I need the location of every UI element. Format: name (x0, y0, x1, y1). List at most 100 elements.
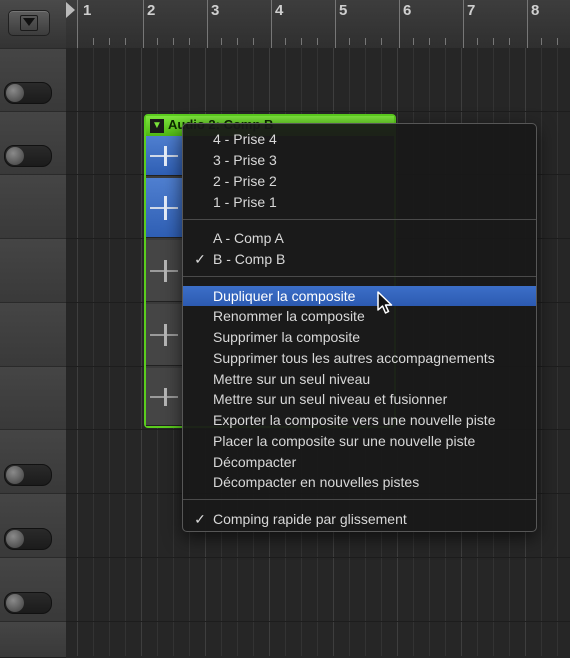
bar-line (399, 0, 400, 48)
ruler-tick (445, 38, 446, 45)
bar-line (77, 0, 78, 48)
take-lane-header (0, 366, 66, 431)
menu-item-take[interactable]: 3 - Prise 3 (183, 150, 536, 170)
menu-item-label: Supprimer la composite (213, 329, 361, 345)
menu-separator (183, 219, 536, 220)
track-toggle[interactable] (4, 82, 52, 104)
track-toggle[interactable] (4, 592, 52, 614)
track-header[interactable] (0, 557, 66, 623)
lane-divider (66, 621, 570, 622)
take-lane-header (0, 238, 66, 304)
ruler-tick (557, 38, 558, 45)
menu-item-label: Comping rapide par glissement (213, 511, 407, 527)
track-header[interactable] (0, 493, 66, 559)
playhead-icon[interactable] (66, 2, 75, 18)
menu-item-label: Mettre sur un seul niveau (213, 371, 371, 387)
ruler-tick (125, 38, 126, 45)
menu-item-delete-other-comps[interactable]: Supprimer tous les autres accompagnement… (183, 348, 536, 368)
menu-item-rename-comp[interactable]: Renommer la composite (183, 306, 536, 326)
ruler-tick (509, 38, 510, 45)
bar-number: 7 (467, 2, 476, 19)
take-lane[interactable] (146, 136, 182, 176)
take-lane-header (0, 174, 66, 240)
grid-line (93, 48, 94, 656)
waveform-peak (164, 324, 167, 346)
bar-number: 1 (83, 2, 92, 19)
ruler-tick (157, 38, 158, 45)
menu-separator (183, 276, 536, 277)
menu-item-comp[interactable]: ✓ B - Comp B (183, 249, 536, 269)
bar-number: 8 (531, 2, 540, 19)
menu-item-unpack[interactable]: Décompacter (183, 452, 536, 472)
menu-item-label: 2 - Prise 2 (213, 173, 277, 189)
bar-line (143, 0, 144, 48)
grid-line (541, 48, 542, 656)
comp-context-menu: 4 - Prise 4 3 - Prise 3 2 - Prise 2 1 - … (182, 123, 537, 532)
menu-item-label: 3 - Prise 3 (213, 152, 277, 168)
grid-line (77, 48, 78, 656)
menu-item-label: Placer la composite sur une nouvelle pis… (213, 433, 476, 449)
menu-item-move-comp[interactable]: Placer la composite sur une nouvelle pis… (183, 431, 536, 451)
track-header[interactable] (0, 429, 66, 495)
waveform-peak (164, 196, 167, 220)
take-lane[interactable] (146, 368, 182, 426)
track-toggle[interactable] (4, 145, 52, 167)
toggle-knob (6, 466, 24, 484)
menu-item-quick-swipe[interactable]: ✓ Comping rapide par glissement (183, 509, 536, 529)
ruler-tick (365, 38, 366, 45)
ruler-tick (349, 38, 350, 45)
track-header[interactable] (0, 111, 66, 176)
menu-item-take[interactable]: 4 - Prise 4 (183, 129, 536, 149)
take-lane[interactable] (146, 240, 182, 302)
menu-item-duplicate-comp[interactable]: Dupliquer la composite (183, 286, 536, 306)
menu-item-flatten-merge[interactable]: Mettre sur un seul niveau et fusionner (183, 389, 536, 409)
bar-line (271, 0, 272, 48)
menu-item-label: Supprimer tous les autres accompagnement… (213, 350, 495, 366)
mouse-pointer-icon (377, 291, 393, 314)
take-lane[interactable] (146, 304, 182, 366)
track-header-toolbar (0, 0, 66, 49)
bar-number: 2 (147, 2, 156, 19)
ruler-tick (413, 38, 414, 45)
track-header (0, 621, 66, 658)
ruler-tick (189, 38, 190, 45)
dropdown-arrow-icon (23, 18, 35, 26)
ruler-tick (237, 38, 238, 45)
bar-number: 6 (403, 2, 412, 19)
track-options-button[interactable] (8, 10, 50, 36)
menu-item-export-comp[interactable]: Exporter la composite vers une nouvelle … (183, 410, 536, 430)
menu-item-label: Exporter la composite vers une nouvelle … (213, 412, 496, 428)
menu-item-label: A - Comp A (213, 230, 284, 246)
track-header[interactable] (0, 48, 66, 113)
bar-number: 3 (211, 2, 220, 19)
menu-separator (183, 499, 536, 500)
menu-item-take[interactable]: 1 - Prise 1 (183, 192, 536, 212)
take-lane[interactable] (146, 178, 182, 238)
menu-item-flatten[interactable]: Mettre sur un seul niveau (183, 369, 536, 389)
ruler-tick (285, 38, 286, 45)
checkmark-icon: ✓ (194, 251, 206, 267)
toggle-knob (6, 84, 24, 102)
ruler-tick (381, 38, 382, 45)
lane-divider (66, 557, 570, 558)
ruler-tick (221, 38, 222, 45)
menu-item-label: 1 - Prise 1 (213, 194, 277, 210)
waveform-peak (164, 146, 167, 166)
menu-item-label: Dupliquer la composite (213, 288, 356, 304)
track-toggle[interactable] (4, 464, 52, 486)
menu-item-label: Décompacter (213, 454, 297, 470)
ruler-tick (541, 38, 542, 45)
menu-item-label: 4 - Prise 4 (213, 131, 277, 147)
ruler-tick (109, 38, 110, 45)
menu-item-unpack-new-tracks[interactable]: Décompacter en nouvelles pistes (183, 472, 536, 492)
menu-item-comp[interactable]: A - Comp A (183, 228, 536, 248)
track-toggle[interactable] (4, 528, 52, 550)
bar-ruler[interactable]: 1 2 3 4 5 6 7 8 (66, 0, 570, 49)
checkmark-icon: ✓ (194, 511, 206, 527)
take-lane-header (0, 302, 66, 368)
collapse-icon[interactable]: ▼ (150, 119, 164, 133)
menu-item-label: Renommer la composite (213, 308, 365, 324)
menu-item-take[interactable]: 2 - Prise 2 (183, 171, 536, 191)
menu-item-delete-comp[interactable]: Supprimer la composite (183, 327, 536, 347)
bar-number: 4 (275, 2, 284, 19)
